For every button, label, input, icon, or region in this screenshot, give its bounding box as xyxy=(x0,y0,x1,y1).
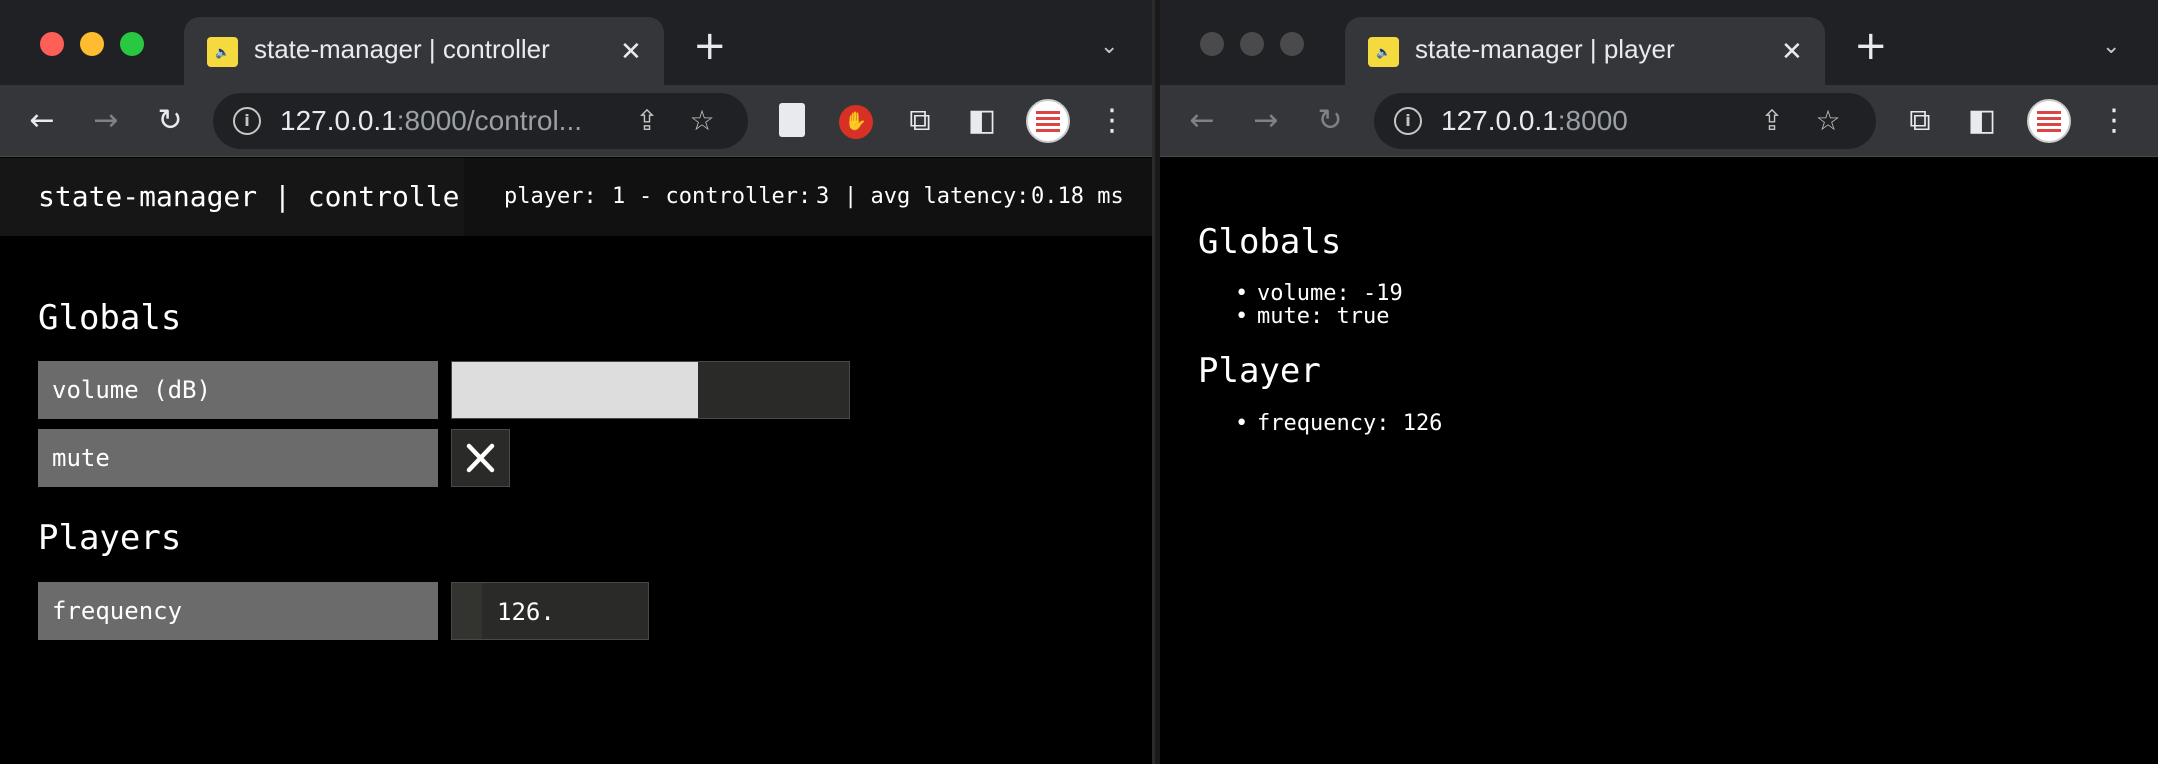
player-count: 1 xyxy=(612,184,626,209)
site-info-icon[interactable]: i xyxy=(1394,107,1422,135)
browser-toolbar: ← → ↻ i 127.0.0.1:8000 ⇪ ☆ ⧉ ◧ ⋮ xyxy=(1160,85,2158,157)
mute-toggle[interactable] xyxy=(451,429,510,487)
chevron-down-icon[interactable]: ⌄ xyxy=(2102,34,2120,59)
tab-strip: 🔈 state-manager | controller ✕ + ⌄ xyxy=(0,0,1152,85)
speaker-key-icon: 🔈 xyxy=(1368,37,1399,67)
side-panel-icon[interactable]: ◧ xyxy=(960,99,1004,143)
back-icon[interactable]: ← xyxy=(20,99,64,143)
tab-controller[interactable]: 🔈 state-manager | controller ✕ xyxy=(184,17,664,85)
forward-icon[interactable]: → xyxy=(1244,99,1288,143)
controller-browser-window: 🔈 state-manager | controller ✕ + ⌄ ← → ↻… xyxy=(0,0,1155,764)
minimize-window-button[interactable] xyxy=(80,32,104,56)
close-window-button[interactable] xyxy=(1200,32,1224,56)
close-tab-icon[interactable]: ✕ xyxy=(620,35,642,67)
browser-toolbar: ← → ↻ i 127.0.0.1:8000/control... ⇪ ☆ ✋ … xyxy=(0,85,1152,157)
globals-list: volume: -19 mute: true xyxy=(1235,282,1403,328)
site-info-icon[interactable]: i xyxy=(233,107,261,135)
latency-label: | avg latency: xyxy=(844,184,1030,209)
address-bar[interactable]: i 127.0.0.1:8000 ⇪ ☆ xyxy=(1374,93,1876,149)
extensions-puzzle-icon[interactable]: ⧉ xyxy=(898,99,942,143)
globals-heading: Globals xyxy=(38,298,182,338)
zoom-window-button[interactable] xyxy=(120,32,144,56)
extensions-puzzle-icon[interactable]: ⧉ xyxy=(1898,99,1942,143)
x-icon xyxy=(466,443,495,473)
kebab-menu-icon[interactable]: ⋮ xyxy=(1090,99,1134,143)
volume-slider[interactable] xyxy=(451,361,850,419)
app-title-box: state-manager | controller xyxy=(0,158,476,236)
mute-label: mute xyxy=(38,429,438,487)
adblock-hand-icon[interactable]: ✋ xyxy=(839,105,873,139)
bookmark-star-icon[interactable]: ☆ xyxy=(1806,99,1850,143)
share-icon[interactable]: ⇪ xyxy=(1750,99,1794,143)
frequency-number-input[interactable]: 126. xyxy=(451,582,649,640)
list-item: mute: true xyxy=(1235,305,1403,328)
back-icon[interactable]: ← xyxy=(1180,99,1224,143)
reload-icon[interactable]: ↻ xyxy=(1308,99,1352,143)
profile-avatar[interactable] xyxy=(1026,99,1070,143)
zoom-window-button[interactable] xyxy=(1280,32,1304,56)
volume-label: volume (dB) xyxy=(38,361,438,419)
player-heading: Player xyxy=(1198,351,1321,391)
address-bar[interactable]: i 127.0.0.1:8000/control... ⇪ ☆ xyxy=(213,93,748,149)
frequency-value: 126. xyxy=(497,598,555,626)
app-title: state-manager | controller xyxy=(38,180,477,213)
minimize-window-button[interactable] xyxy=(1240,32,1264,56)
side-panel-icon[interactable]: ◧ xyxy=(1960,99,2004,143)
tab-title: state-manager | controller xyxy=(254,34,550,64)
latency-value: 0.18 ms xyxy=(1031,184,1124,209)
close-tab-icon[interactable]: ✕ xyxy=(1781,35,1803,67)
forward-icon[interactable]: → xyxy=(84,99,128,143)
url-text: 127.0.0.1:8000/control... xyxy=(280,105,583,136)
tab-strip: 🔈 state-manager | player ✕ + ⌄ xyxy=(1160,0,2158,85)
app-header: state-manager | controller player: 1 - c… xyxy=(0,158,1152,236)
speaker-key-icon: 🔈 xyxy=(207,37,238,67)
new-tab-button[interactable]: + xyxy=(1854,26,1888,66)
controller-count: 3 xyxy=(816,184,830,209)
player-label: player: xyxy=(504,184,597,209)
share-icon[interactable]: ⇪ xyxy=(625,99,669,143)
tab-title: state-manager | player xyxy=(1415,34,1675,64)
volume-slider-fill xyxy=(452,362,699,418)
connection-status: player: 1 - controller: 3 | avg latency:… xyxy=(464,158,1152,236)
url-text: 127.0.0.1:8000 xyxy=(1441,105,1628,136)
list-item: volume: -19 xyxy=(1235,282,1403,305)
close-window-button[interactable] xyxy=(40,32,64,56)
list-item: frequency: 126 xyxy=(1235,412,1442,435)
player-globals-heading: Globals xyxy=(1198,222,1342,262)
tab-player[interactable]: 🔈 state-manager | player ✕ xyxy=(1345,17,1825,85)
kebab-menu-icon[interactable]: ⋮ xyxy=(2092,99,2136,143)
number-drag-handle[interactable] xyxy=(452,583,482,639)
controller-label: - controller: xyxy=(639,184,812,209)
player-params-list: frequency: 126 xyxy=(1235,412,1442,435)
chevron-down-icon[interactable]: ⌄ xyxy=(1100,34,1118,59)
document-extension-icon[interactable] xyxy=(779,103,805,137)
new-tab-button[interactable]: + xyxy=(693,26,727,66)
profile-avatar[interactable] xyxy=(2027,99,2071,143)
players-heading: Players xyxy=(38,518,182,558)
frequency-label: frequency xyxy=(38,582,438,640)
bookmark-star-icon[interactable]: ☆ xyxy=(680,99,724,143)
reload-icon[interactable]: ↻ xyxy=(148,99,192,143)
